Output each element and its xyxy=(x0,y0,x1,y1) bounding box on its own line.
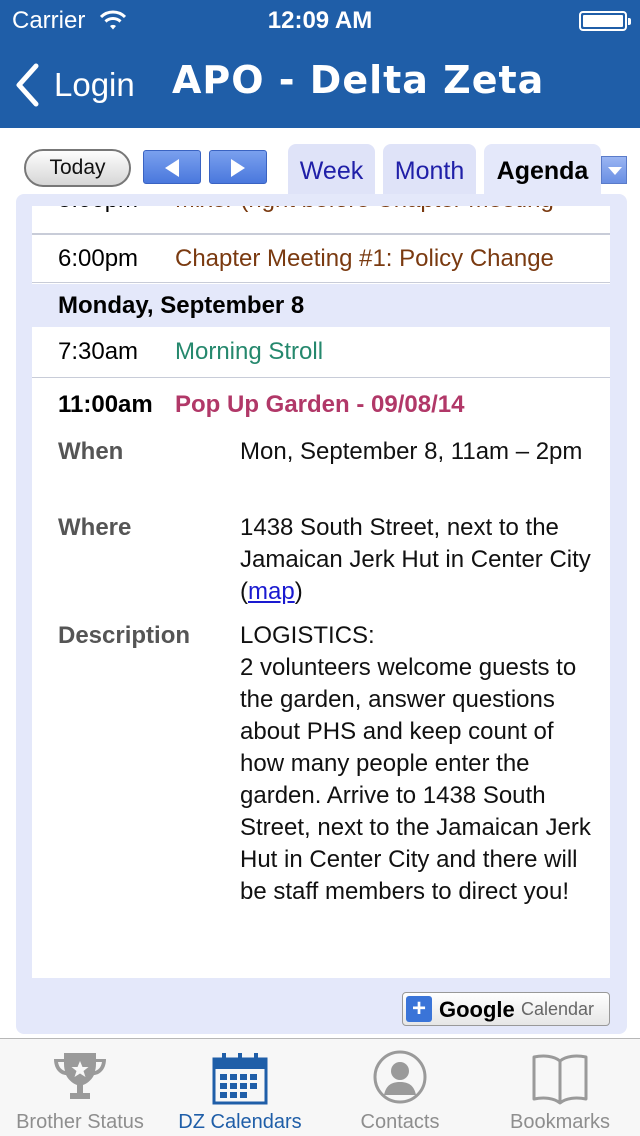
event-title[interactable]: Pop Up Garden - 09/08/14 xyxy=(175,391,464,419)
tab-label: Brother Status xyxy=(16,1111,144,1133)
day-header-label: Monday, September 8 xyxy=(58,292,305,319)
tab-dz-calendars[interactable]: DZ Calendars xyxy=(160,1039,320,1136)
tab-bookmarks[interactable]: Bookmarks xyxy=(480,1039,640,1136)
description-body: 2 volunteers welcome guests to the garde… xyxy=(240,654,591,905)
calendar-toolbar: Today Week Month Agenda xyxy=(0,128,640,194)
agenda-row[interactable]: 7:30am Morning Stroll xyxy=(32,327,610,378)
where-close: ) xyxy=(294,578,303,605)
event-time: 7:30am xyxy=(58,338,139,365)
calendar-menu-button[interactable] xyxy=(601,156,627,184)
back-button-label: Login xyxy=(54,66,135,103)
when-label: When xyxy=(58,438,124,465)
triangle-down-icon xyxy=(608,167,622,175)
description-label: Description xyxy=(58,622,191,649)
google-logo: Google xyxy=(439,997,515,1022)
agenda-frame: 5:00pm Mixer (right before Chapter meeti… xyxy=(16,194,627,1034)
triangle-right-icon xyxy=(231,159,245,177)
plus-icon: + xyxy=(406,996,432,1022)
clock: 12:09 AM xyxy=(267,7,373,34)
event-title: Mixer (right before Chapter meeting xyxy=(175,206,554,214)
map-link[interactable]: map xyxy=(248,578,295,605)
agenda-row[interactable]: 5:00pm Mixer (right before Chapter meeti… xyxy=(32,206,610,234)
back-button[interactable]: Login xyxy=(14,60,135,110)
event-time: 11:00am xyxy=(58,391,153,418)
person-icon xyxy=(373,1050,427,1104)
tab-label: DZ Calendars xyxy=(178,1111,302,1133)
agenda-list[interactable]: 5:00pm Mixer (right before Chapter meeti… xyxy=(32,206,610,978)
navigation-bar: Carrier 12:09 AM Login APO - Delta Zeta xyxy=(0,0,640,128)
where-label: Where xyxy=(58,514,132,541)
event-title: Chapter Meeting #1: Policy Change xyxy=(175,245,554,272)
event-time: 5:00pm xyxy=(58,206,138,214)
next-period-button[interactable] xyxy=(209,150,267,184)
tab-label: Bookmarks xyxy=(509,1111,611,1133)
book-icon xyxy=(532,1054,588,1105)
status-bar: Carrier 12:09 AM xyxy=(0,0,640,40)
description-heading: LOGISTICS: xyxy=(240,622,375,649)
tab-month[interactable]: Month xyxy=(383,144,476,194)
where-value: 1438 South Street, next to the Jamaican … xyxy=(240,512,600,608)
tab-contacts[interactable]: Contacts xyxy=(320,1039,480,1136)
calendar-icon xyxy=(212,1053,268,1105)
event-time: 6:00pm xyxy=(58,245,139,272)
today-button[interactable]: Today xyxy=(24,149,131,187)
tab-label: Contacts xyxy=(360,1111,440,1133)
previous-period-button[interactable] xyxy=(143,150,201,184)
page-title: APO - Delta Zeta xyxy=(172,58,545,102)
agenda-row[interactable]: 6:00pm Chapter Meeting #1: Policy Change xyxy=(32,234,610,283)
add-to-google-calendar-button[interactable]: + Google Calendar xyxy=(402,992,610,1026)
tab-bar: Brother Status DZ Calendars Contacts Boo… xyxy=(0,1038,640,1136)
tab-week[interactable]: Week xyxy=(288,144,375,194)
tab-brother-status[interactable]: Brother Status xyxy=(0,1039,160,1136)
chevron-left-icon xyxy=(16,63,39,107)
event-title: Morning Stroll xyxy=(175,338,324,365)
description-value: LOGISTICS: 2 volunteers welcome guests t… xyxy=(240,620,600,908)
when-value: Mon, September 8, 11am – 2pm xyxy=(240,438,583,465)
day-header: Monday, September 8 xyxy=(32,284,610,327)
triangle-left-icon xyxy=(165,159,179,177)
trophy-icon xyxy=(54,1053,106,1099)
battery-icon xyxy=(579,11,631,31)
calendar-word: Calendar xyxy=(521,999,595,1019)
tab-agenda[interactable]: Agenda xyxy=(484,144,601,194)
